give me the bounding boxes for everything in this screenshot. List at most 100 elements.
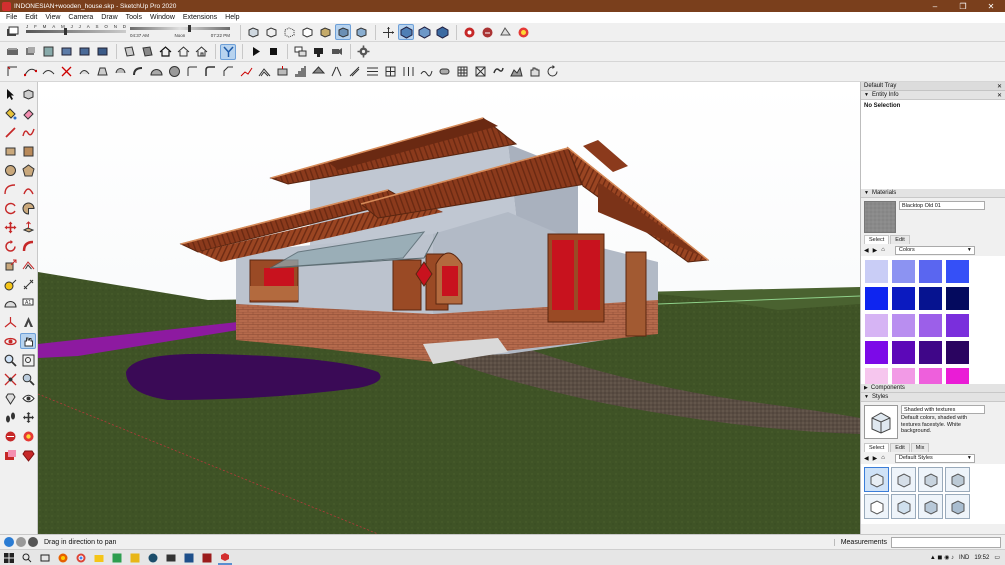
zoom-window-icon[interactable]	[20, 352, 36, 368]
entity-info-close-icon[interactable]: ✕	[997, 92, 1002, 99]
stair-icon[interactable]	[292, 64, 308, 80]
dimension-icon[interactable]	[20, 276, 36, 292]
material-name-field[interactable]: Blacktop Old 01	[899, 201, 985, 210]
play-icon[interactable]	[247, 44, 263, 60]
minimize-button[interactable]: –	[921, 0, 949, 12]
styles-header[interactable]: ▼ Styles	[861, 393, 1005, 402]
extension-warehouse-icon[interactable]	[515, 24, 531, 40]
materials-tab-select[interactable]: Select	[864, 235, 890, 244]
style-thumbnail[interactable]	[945, 494, 970, 519]
group-icon[interactable]	[40, 44, 56, 60]
style-thumbnail[interactable]	[918, 467, 943, 492]
entity-info-header[interactable]: ▼ Entity Info ✕	[861, 91, 1005, 100]
media-app-icon[interactable]	[164, 551, 178, 565]
color-swatch[interactable]	[918, 313, 943, 338]
rotate-tool-icon[interactable]	[2, 238, 18, 254]
materials-header[interactable]: ▼ Materials	[861, 189, 1005, 198]
maximize-button[interactable]: ❐	[949, 0, 977, 12]
bevel-icon[interactable]	[184, 64, 200, 80]
materials-tab-edit[interactable]: Edit	[890, 235, 910, 244]
protractor-icon[interactable]	[2, 295, 18, 311]
share-model-icon[interactable]	[479, 24, 495, 40]
home-icon[interactable]	[157, 44, 173, 60]
hidden-line-style-icon[interactable]	[299, 24, 315, 40]
flip-icon[interactable]	[328, 64, 344, 80]
offset-icon[interactable]	[256, 64, 272, 80]
close-button[interactable]: ✕	[977, 0, 1005, 12]
curve-icon[interactable]	[40, 64, 56, 80]
axes-icon[interactable]	[380, 24, 396, 40]
color-swatch[interactable]	[891, 286, 916, 311]
3d-text-icon[interactable]	[4, 44, 20, 60]
freehand-icon[interactable]	[20, 124, 36, 140]
menu-view[interactable]: View	[41, 14, 64, 21]
look-around-tool-icon[interactable]	[20, 390, 36, 406]
styles-tab-select[interactable]: Select	[864, 443, 890, 452]
style-name-field[interactable]: Shaded with textures	[901, 405, 985, 414]
color-swatch[interactable]	[918, 367, 943, 384]
color-swatch[interactable]	[918, 286, 943, 311]
share-component-icon[interactable]	[497, 24, 513, 40]
menu-help[interactable]: Help	[221, 14, 243, 21]
shadows-toggle-icon[interactable]	[4, 24, 20, 40]
spline-icon[interactable]	[22, 64, 38, 80]
color-swatch[interactable]	[891, 313, 916, 338]
back-arrow-icon[interactable]: ◀	[864, 247, 869, 254]
styles-tab-mix[interactable]: Mix	[910, 443, 930, 452]
color-swatch[interactable]	[864, 259, 889, 284]
polygon-tool-icon[interactable]	[20, 162, 36, 178]
paint-bucket-icon[interactable]	[2, 105, 18, 121]
forward-arrow-icon[interactable]: ▶	[873, 247, 878, 254]
home-icon[interactable]: ⌂	[881, 247, 885, 253]
three-point-arc-icon[interactable]	[2, 200, 18, 216]
sandbox-from-contours-icon[interactable]	[220, 43, 236, 60]
tray-icons[interactable]: ▲ ◼ ◉ ♪	[930, 554, 954, 561]
walk-tool-icon[interactable]	[2, 409, 18, 425]
roof-icon[interactable]	[310, 64, 326, 80]
previous-view-icon[interactable]	[20, 371, 36, 387]
color-swatch[interactable]	[918, 340, 943, 365]
style-thumbnail[interactable]	[891, 494, 916, 519]
terrain-icon[interactable]	[508, 64, 524, 80]
extension-manager-icon[interactable]	[20, 428, 36, 444]
array-icon[interactable]	[346, 64, 362, 80]
rotated-rectangle-icon[interactable]	[20, 143, 36, 159]
search-icon[interactable]	[20, 551, 34, 565]
color-swatch[interactable]	[945, 286, 970, 311]
push-pull-icon[interactable]	[20, 219, 36, 235]
color-swatch[interactable]	[945, 259, 970, 284]
extrude-icon[interactable]	[112, 64, 128, 80]
subdivide-icon[interactable]	[382, 64, 398, 80]
task-view-icon[interactable]	[38, 551, 52, 565]
green-app-icon[interactable]	[110, 551, 124, 565]
menu-camera[interactable]: Camera	[64, 14, 97, 21]
shadow-time-slider[interactable]: 04:37 AM Noon 07:22 PM	[130, 24, 230, 41]
position-camera-icon[interactable]	[2, 390, 18, 406]
shadow-time-thumb[interactable]	[188, 24, 191, 32]
smooth-icon[interactable]	[418, 64, 434, 80]
materials-library-dropdown[interactable]: Colors ▼	[894, 245, 975, 255]
color-swatch[interactable]	[945, 340, 970, 365]
style-thumbnail[interactable]	[864, 494, 889, 519]
text-tool-icon[interactable]: A1	[20, 295, 36, 311]
style-thumbnail[interactable]	[891, 467, 916, 492]
follow-me-icon[interactable]	[20, 238, 36, 254]
sweep-icon[interactable]	[130, 64, 146, 80]
scale-tool-icon[interactable]	[2, 257, 18, 273]
weld-icon[interactable]	[400, 64, 416, 80]
menu-tools[interactable]: Tools	[122, 14, 146, 21]
round-corner-icon[interactable]	[364, 64, 380, 80]
styles-tab-edit[interactable]: Edit	[890, 443, 910, 452]
warehouse-icon[interactable]	[461, 24, 477, 40]
back-arrow-icon[interactable]: ◀	[864, 455, 869, 462]
user-icon[interactable]	[28, 537, 38, 547]
menu-window[interactable]: Window	[146, 14, 179, 21]
home-icon[interactable]: ⌂	[881, 455, 885, 461]
color-swatch[interactable]	[864, 313, 889, 338]
xray-style-icon[interactable]	[245, 24, 261, 40]
select-similar-icon[interactable]	[4, 64, 20, 80]
style-thumbnail[interactable]	[864, 467, 889, 492]
component-icon[interactable]	[22, 44, 38, 60]
zoom-tool-icon[interactable]	[2, 352, 18, 368]
firefox-icon[interactable]	[56, 551, 70, 565]
